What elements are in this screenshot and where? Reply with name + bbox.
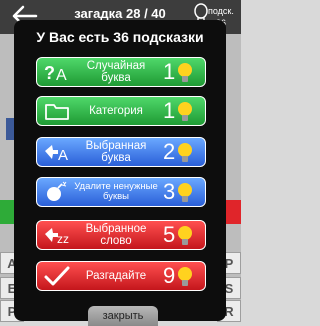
pointer-letter-icon: A: [45, 145, 68, 163]
bomb-icon: [47, 181, 67, 201]
svg-text:A: A: [58, 147, 68, 163]
lightbulb-icon: [178, 267, 192, 286]
svg-text:zz: zz: [57, 232, 69, 246]
pointer-word-icon: zz: [45, 228, 69, 246]
svg-text:A: A: [56, 67, 67, 83]
question-letter-icon: ? A: [44, 63, 67, 83]
option-label: Случайная буква: [86, 60, 146, 84]
option-label: Выбранная буква: [85, 140, 147, 164]
chosen-letter-button[interactable]: A Выбранная буква 2: [36, 137, 206, 167]
lightbulb-icon: [178, 63, 192, 82]
option-label: Удалите ненужные буквы: [74, 181, 158, 202]
option-cost: 1: [163, 98, 176, 123]
chosen-word-button[interactable]: zz Выбранное слово 5: [36, 220, 206, 250]
option-label: Категория: [89, 105, 143, 117]
option-cost: 3: [163, 179, 176, 204]
option-label: Выбранное слово: [85, 223, 147, 247]
remove-letters-button[interactable]: Удалите ненужные буквы 3: [36, 177, 206, 207]
dialog-title: У Вас есть 36 подсказки: [36, 29, 204, 45]
solve-button[interactable]: Разгадайте 9: [36, 261, 206, 291]
hints-label[interactable]: подск.: [208, 6, 234, 16]
folder-icon: [45, 104, 69, 120]
option-cost: 1: [163, 59, 176, 84]
lightbulb-icon: [178, 102, 192, 121]
hints-dialog: У Вас есть 36 подсказки ? A Случайная бу…: [14, 20, 226, 326]
puzzle-counter: загадка 28 / 40: [74, 6, 166, 21]
svg-text:?: ?: [44, 63, 55, 83]
option-cost: 9: [163, 263, 176, 288]
random-letter-button[interactable]: ? A Случайная буква 1: [36, 57, 206, 87]
option-cost: 5: [163, 222, 176, 247]
lightbulb-icon: [178, 143, 192, 162]
checkmark-icon: [44, 266, 70, 286]
category-button[interactable]: Категория 1: [36, 96, 206, 126]
close-button[interactable]: закрыть: [88, 306, 158, 326]
option-cost: 2: [163, 139, 176, 164]
lightbulb-icon: [178, 183, 192, 202]
lightbulb-icon: [178, 226, 192, 245]
option-label: Разгадайте: [85, 270, 147, 282]
